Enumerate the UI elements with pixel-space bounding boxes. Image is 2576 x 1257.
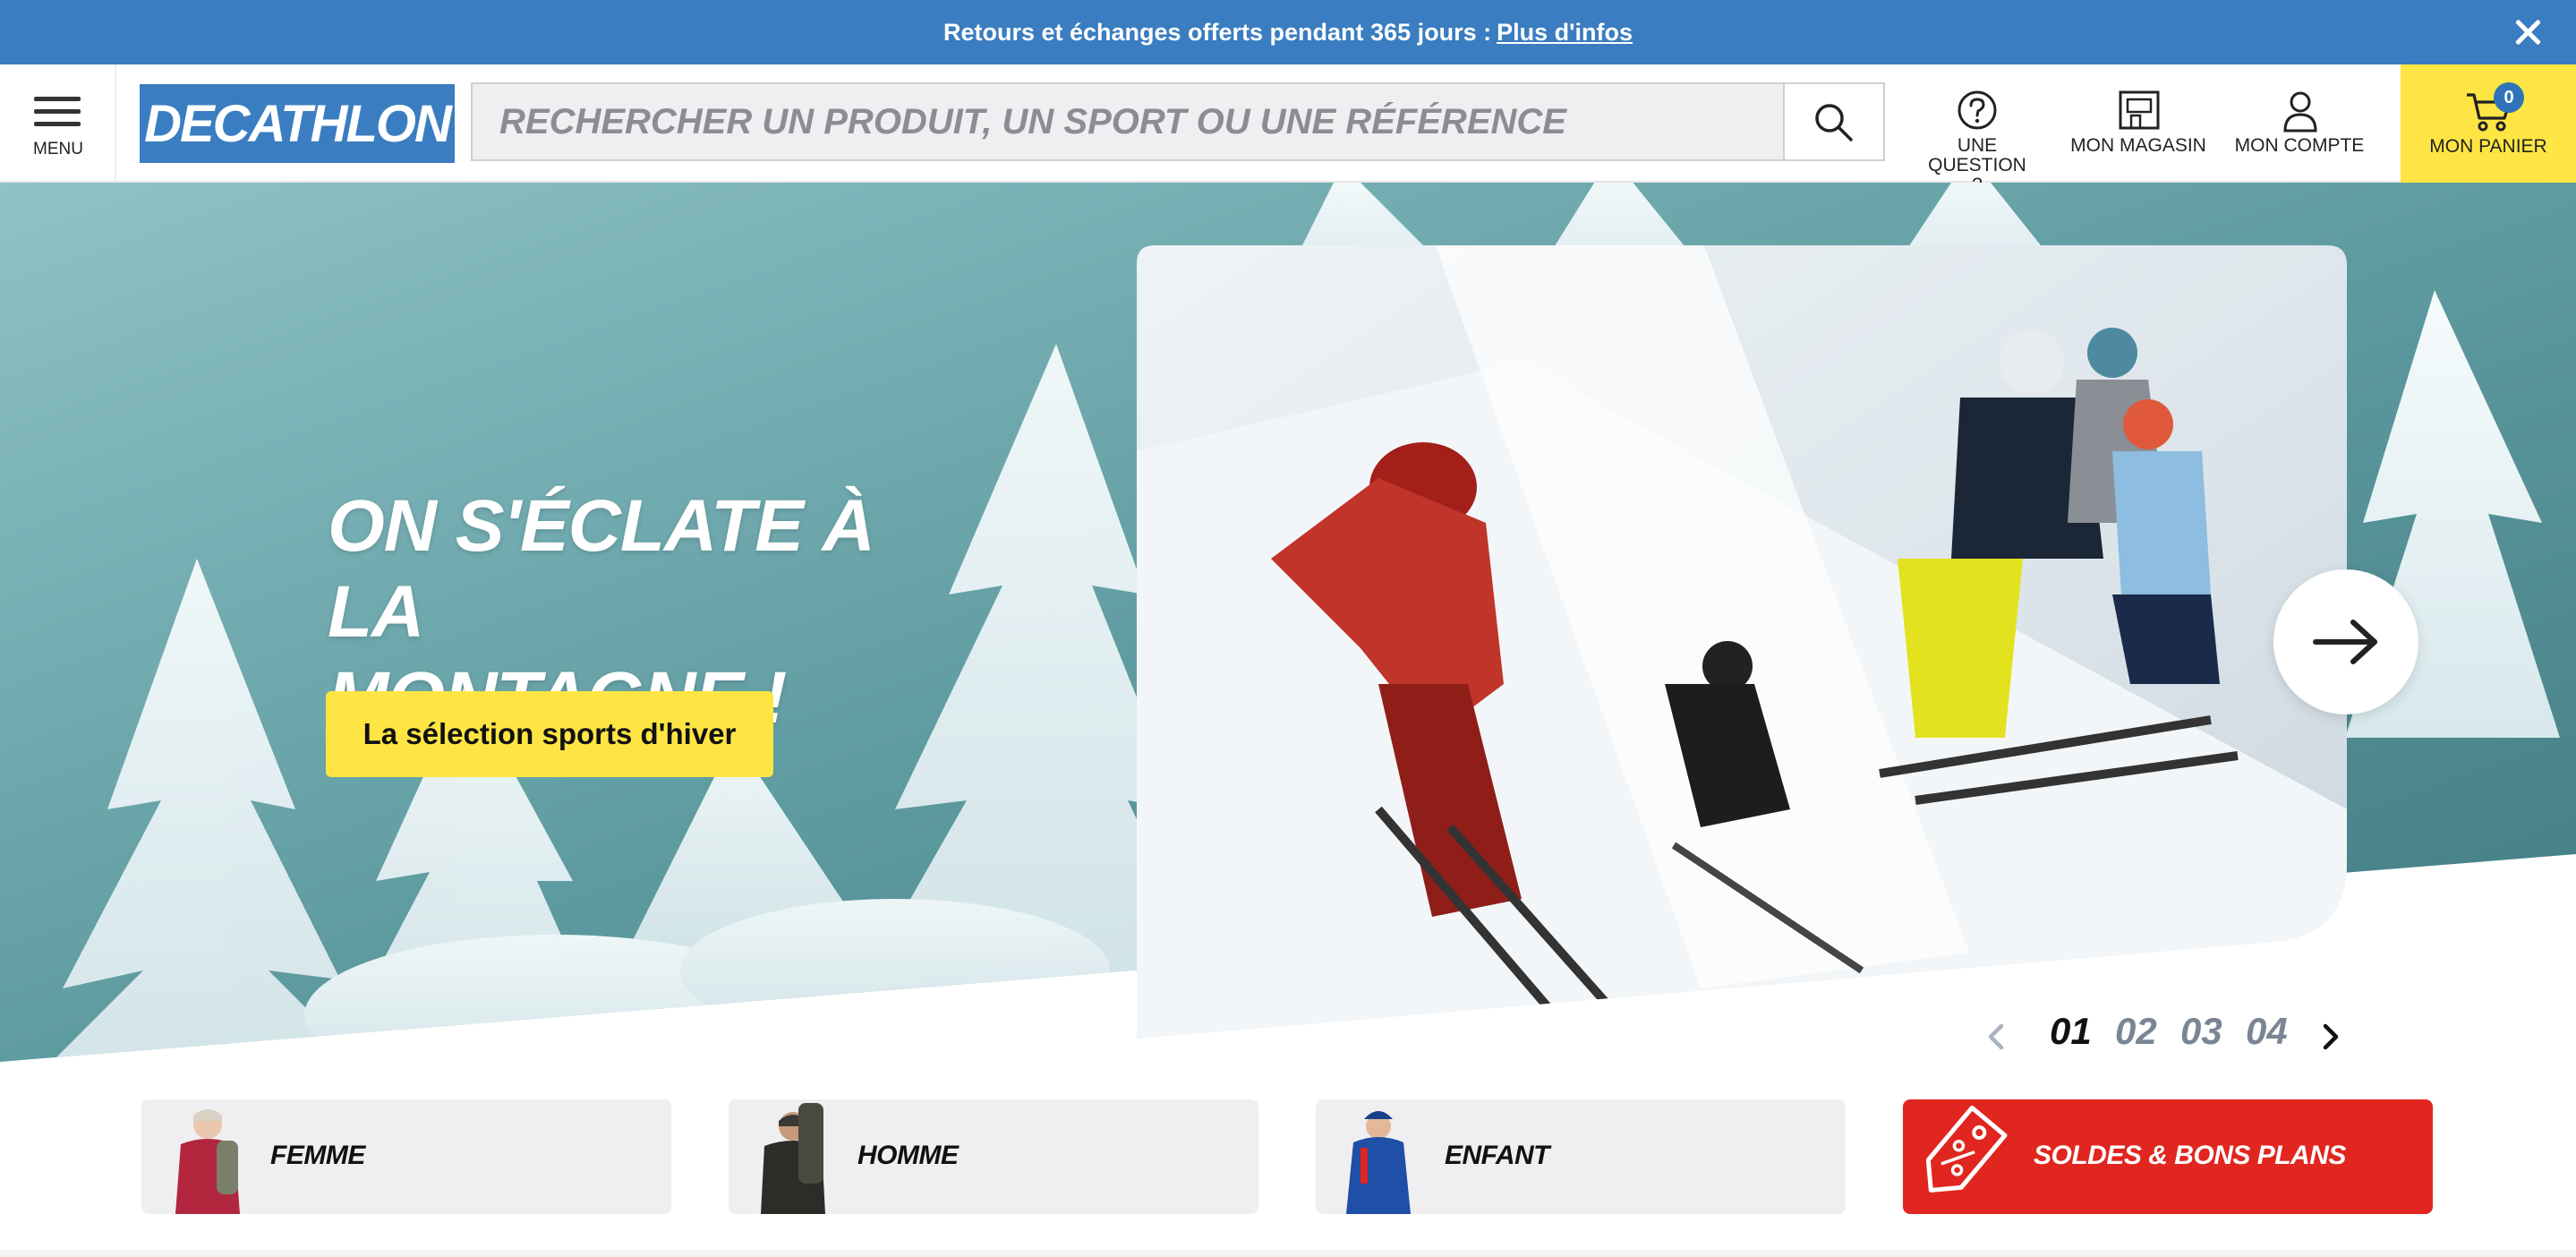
price-tag-icon [1925, 1105, 2008, 1193]
account-button[interactable]: MON COMPTE [2229, 64, 2370, 183]
search-button[interactable] [1783, 84, 1883, 159]
page-03[interactable]: 03 [2180, 1010, 2222, 1053]
store-icon [2119, 90, 2160, 130]
store-label: MON MAGASIN [2070, 135, 2206, 156]
category-label: SOLDES & BONS PLANS [2034, 1141, 2346, 1170]
cart-button[interactable]: 0 MON PANIER [2401, 64, 2576, 183]
category-label: ENFANT [1445, 1141, 1550, 1170]
question-icon [1958, 90, 1997, 130]
menu-icon [34, 97, 81, 129]
cart-label: MON PANIER [2429, 136, 2547, 157]
search-input[interactable] [473, 84, 1781, 159]
child-skier-image [1346, 1111, 1411, 1214]
promo-text: Retours et échanges offerts pendant 365 … [943, 18, 1492, 46]
page-02[interactable]: 02 [2115, 1010, 2157, 1053]
question-button[interactable]: UNE QUESTION? [1906, 64, 2048, 195]
account-label: MON COMPTE [2234, 135, 2365, 156]
account-icon [2283, 91, 2317, 133]
category-enfant[interactable]: ENFANT [1316, 1099, 1846, 1214]
promo-more-info-link[interactable]: Plus d'infos [1497, 19, 1633, 47]
menu-label: MENU [33, 140, 83, 158]
category-label: HOMME [857, 1141, 959, 1170]
site-header: MENU DECATHLON UNE QUESTION? MON MAGASIN [0, 64, 2576, 195]
carousel-pagination: 01 02 03 04 [1978, 1010, 2390, 1064]
category-soldes-bons-plans[interactable]: SOLDES & BONS PLANS [1903, 1099, 2433, 1214]
carousel-next-button[interactable] [2273, 569, 2418, 714]
cart-count-badge: 0 [2494, 82, 2524, 113]
page-04[interactable]: 04 [2246, 1010, 2288, 1053]
menu-button[interactable]: MENU [0, 64, 116, 183]
search-bar [471, 82, 1885, 161]
promo-bar: Retours et échanges offerts pendant 365 … [0, 0, 2576, 64]
winter-sports-selection-button[interactable]: La sélection sports d'hiver [326, 691, 773, 777]
arrow-right-icon [2313, 620, 2377, 664]
woman-hiker-image [175, 1109, 240, 1214]
decathlon-logo[interactable]: DECATHLON [140, 84, 455, 163]
hero-banner: ON S'ÉCLATE À LA MONTAGNE ! La sélection… [0, 183, 2576, 1078]
section-divider [0, 1250, 2576, 1257]
chevron-left-icon[interactable] [1982, 1021, 2014, 1053]
page-01[interactable]: 01 [2050, 1010, 2092, 1053]
man-hiker-image [761, 1103, 825, 1214]
hero-title-line-1: ON S'ÉCLATE À LA [328, 485, 875, 653]
search-icon [1815, 104, 1853, 141]
close-icon[interactable] [2512, 16, 2544, 48]
category-femme[interactable]: FEMME [141, 1099, 671, 1214]
chevron-right-icon[interactable] [2313, 1021, 2345, 1053]
category-label: FEMME [270, 1141, 365, 1170]
category-homme[interactable]: HOMME [729, 1099, 1258, 1214]
store-button[interactable]: MON MAGASIN [2068, 64, 2209, 183]
question-label: UNE QUESTION [1928, 135, 2026, 175]
